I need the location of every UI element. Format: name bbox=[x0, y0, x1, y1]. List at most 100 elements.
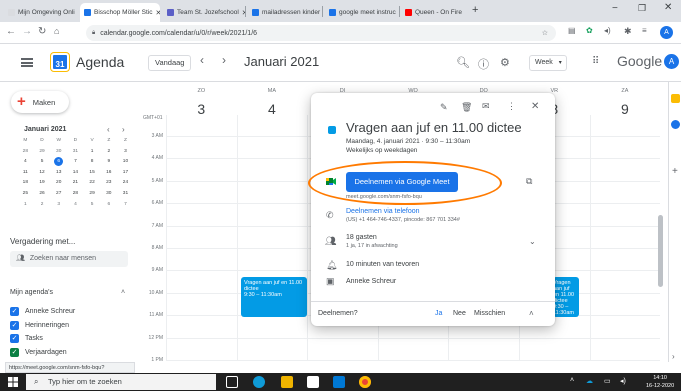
mini-calendar-day[interactable]: 31 bbox=[117, 189, 134, 200]
file-explorer-icon[interactable] bbox=[281, 376, 293, 388]
event-block-monday[interactable]: Vragen aan juf en 11.00 dictee 9:30 – 11… bbox=[241, 277, 307, 317]
tab-close-icon[interactable]: ✕ bbox=[462, 9, 466, 17]
mini-calendar-day[interactable]: 27 bbox=[50, 189, 67, 200]
browser-tab[interactable]: Mijn Omgeving Onli✕ bbox=[4, 3, 76, 22]
search-people-input[interactable]: 👥︎ Zoeken naar mensen bbox=[10, 251, 128, 267]
extension-icon-2[interactable]: ✿ bbox=[586, 26, 593, 35]
tasks-icon[interactable] bbox=[671, 120, 680, 129]
calendar-list-item[interactable]: ✓ Anneke Schreur bbox=[10, 306, 75, 317]
mini-calendar-day[interactable]: 7 bbox=[67, 157, 84, 168]
browser-tab[interactable]: Team St. Jozefschool ✕ bbox=[163, 3, 245, 22]
mini-calendar-day[interactable]: 9 bbox=[100, 157, 117, 168]
mini-calendar-day[interactable]: 21 bbox=[67, 178, 84, 189]
browser-tab[interactable]: Bisschop Möller Stic ✕ bbox=[80, 3, 160, 22]
onedrive-icon[interactable]: ☁ bbox=[586, 377, 593, 385]
mini-calendar-day[interactable]: 11 bbox=[17, 168, 34, 179]
view-select[interactable]: Week ▾ bbox=[529, 55, 567, 71]
mini-calendar-day[interactable]: 3 bbox=[117, 147, 134, 158]
chevron-up-icon[interactable]: ˄ bbox=[121, 289, 125, 296]
mini-calendar-day[interactable]: 16 bbox=[100, 168, 117, 179]
mini-calendar-day[interactable]: 22 bbox=[84, 178, 101, 189]
mini-calendar-day[interactable]: 6 bbox=[100, 200, 117, 211]
playlist-icon[interactable]: ≡ bbox=[642, 26, 647, 35]
mini-calendar-day[interactable]: 4 bbox=[67, 200, 84, 211]
copy-icon[interactable]: ⧉ bbox=[526, 176, 532, 187]
delete-icon[interactable]: 🗑︎ bbox=[461, 102, 472, 113]
day-number[interactable]: 4 bbox=[252, 101, 292, 117]
mini-calendar-day[interactable]: 28 bbox=[67, 189, 84, 200]
mini-calendar-day[interactable]: 28 bbox=[17, 147, 34, 158]
extension-icon[interactable]: ▤ bbox=[568, 26, 576, 35]
apps-grid-icon[interactable]: ⠿ bbox=[592, 56, 599, 67]
back-icon[interactable]: ← bbox=[6, 26, 16, 37]
mini-calendar-day[interactable]: 15 bbox=[84, 168, 101, 179]
checkbox-checked-icon[interactable]: ✓ bbox=[10, 307, 19, 316]
bookmark-star-icon[interactable]: ☆ bbox=[542, 29, 548, 37]
event-block-friday[interactable]: Vragen aan juf en 11.00 dictee 9:30 – 11… bbox=[553, 277, 579, 317]
mini-calendar-day[interactable]: 5 bbox=[34, 157, 51, 168]
mini-calendar-day[interactable]: 2 bbox=[34, 200, 51, 211]
reload-icon[interactable]: ↻ bbox=[38, 26, 46, 37]
mini-next-month-icon[interactable]: › bbox=[122, 125, 125, 134]
edge-icon[interactable] bbox=[253, 376, 265, 388]
mini-calendar-day[interactable]: 12 bbox=[34, 168, 51, 179]
mini-calendar-day[interactable]: 31 bbox=[67, 147, 84, 158]
browser-tab[interactable]: Queen - On Fire✕ bbox=[401, 3, 465, 22]
rsvp-no-button[interactable]: Nee bbox=[453, 310, 466, 317]
mini-calendar-day[interactable]: 30 bbox=[50, 147, 67, 158]
chevron-down-icon[interactable]: ⌄ bbox=[529, 237, 536, 246]
url-field[interactable]: 🔒︎ calendar.google.com/calendar/u/0/r/we… bbox=[86, 25, 556, 41]
mini-calendar-day[interactable]: 20 bbox=[50, 178, 67, 189]
mini-calendar-day[interactable]: 1 bbox=[84, 147, 101, 158]
mini-calendar-day[interactable]: 23 bbox=[100, 178, 117, 189]
search-icon[interactable]: 🔍︎ bbox=[456, 56, 470, 69]
more-options-icon[interactable]: ⋮ bbox=[507, 101, 516, 112]
taskbar-search-input[interactable]: ⌕ Typ hier om te zoeken bbox=[26, 374, 216, 390]
store-icon[interactable] bbox=[307, 376, 319, 388]
mini-calendar-day[interactable]: 17 bbox=[117, 168, 134, 179]
today-button[interactable]: Vandaag bbox=[148, 55, 192, 71]
join-by-phone-link[interactable]: Deelnemen via telefoon bbox=[346, 208, 420, 215]
taskbar-clock[interactable]: 14:10 16-12-2020 bbox=[646, 374, 674, 390]
mini-calendar-day[interactable]: 1 bbox=[17, 200, 34, 211]
mini-calendar-day[interactable]: 19 bbox=[34, 178, 51, 189]
rsvp-yes-button[interactable]: Ja bbox=[435, 310, 442, 317]
mini-calendar-day[interactable]: 26 bbox=[34, 189, 51, 200]
account-avatar[interactable]: A bbox=[664, 54, 679, 69]
mini-calendar-day[interactable]: 18 bbox=[17, 178, 34, 189]
mini-calendar-day[interactable]: 7 bbox=[117, 200, 134, 211]
grid-scrollbar[interactable] bbox=[658, 215, 663, 287]
mini-calendar-day[interactable]: 6 bbox=[54, 157, 64, 167]
calendar-list-item[interactable]: ✓ Tasks bbox=[10, 333, 43, 344]
windows-start-icon[interactable] bbox=[8, 377, 18, 387]
my-calendars-heading[interactable]: Mijn agenda's bbox=[10, 289, 53, 296]
main-menu-icon[interactable] bbox=[21, 58, 33, 67]
mini-calendar-day[interactable]: 30 bbox=[100, 189, 117, 200]
task-view-icon[interactable] bbox=[226, 376, 238, 388]
close-icon[interactable]: ✕ bbox=[531, 101, 539, 112]
mini-calendar-day[interactable]: 8 bbox=[84, 157, 101, 168]
tray-chevron-icon[interactable]: ˄ bbox=[570, 377, 574, 384]
mini-calendar-day[interactable]: 13 bbox=[50, 168, 67, 179]
new-tab-button[interactable]: + bbox=[472, 4, 478, 16]
mini-calendar-day[interactable]: 24 bbox=[117, 178, 134, 189]
mini-calendar-day[interactable]: 4 bbox=[17, 157, 34, 168]
help-icon[interactable]: ⓘ bbox=[478, 56, 489, 72]
network-icon[interactable]: ▭ bbox=[604, 377, 611, 385]
edit-icon[interactable]: ✎ bbox=[440, 102, 448, 113]
checkbox-checked-icon[interactable]: ✓ bbox=[10, 320, 19, 330]
mini-calendar-day[interactable]: 14 bbox=[67, 168, 84, 179]
mini-calendar-day[interactable]: 29 bbox=[34, 147, 51, 158]
mini-calendar-day[interactable]: 10 bbox=[117, 157, 134, 168]
next-week-button[interactable]: › bbox=[222, 53, 226, 67]
meet-link[interactable]: meet.google.com/snm-fsfo-bqu bbox=[346, 194, 422, 200]
tab-close-icon[interactable]: ✕ bbox=[75, 9, 76, 17]
tab-close-icon[interactable]: ✕ bbox=[153, 9, 160, 17]
keep-icon[interactable] bbox=[671, 94, 680, 103]
puzzle-icon[interactable]: ✱ bbox=[624, 26, 632, 37]
mini-calendar-day[interactable]: 25 bbox=[17, 189, 34, 200]
mini-calendar-day[interactable]: 5 bbox=[84, 200, 101, 211]
day-number[interactable]: 9 bbox=[605, 101, 645, 117]
day-number[interactable]: 3 bbox=[181, 101, 221, 117]
mini-calendar-day[interactable]: 29 bbox=[84, 189, 101, 200]
